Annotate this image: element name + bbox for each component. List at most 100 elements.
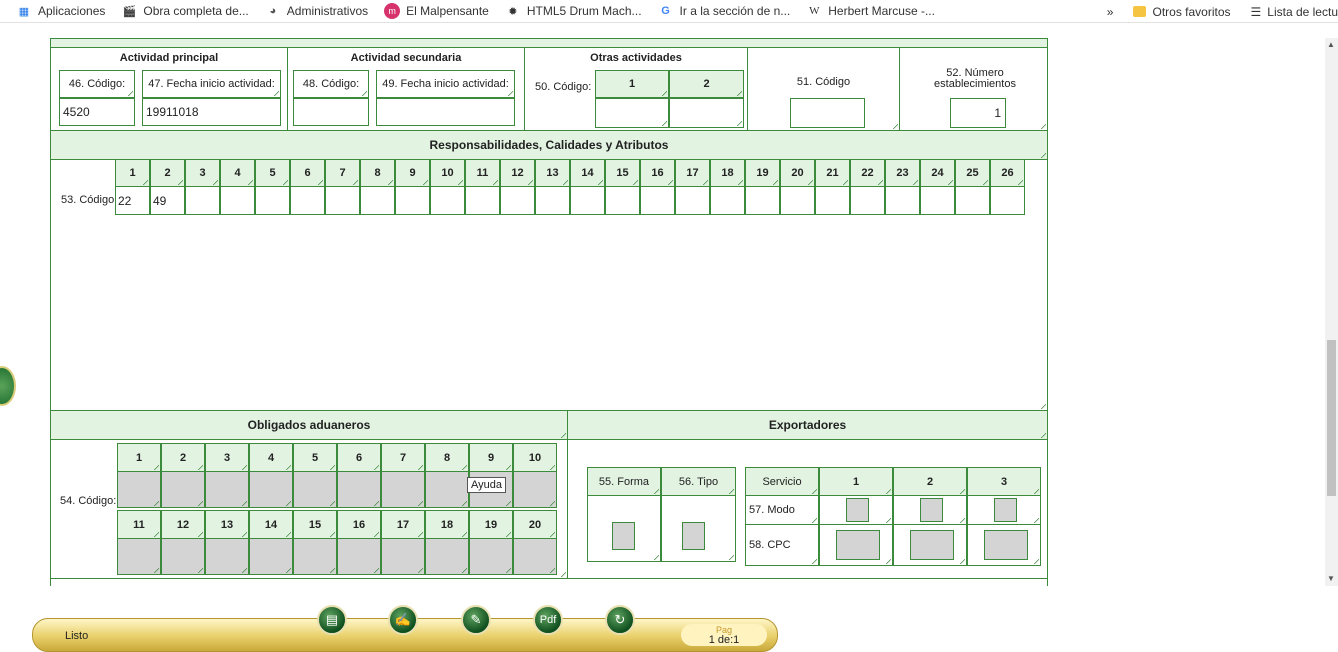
obligados-header: Obligados aduaneros xyxy=(51,410,568,440)
cpc58-input[interactable] xyxy=(984,530,1028,560)
codigo51-input[interactable] xyxy=(790,98,865,128)
wikipedia-icon: W xyxy=(809,5,820,17)
tipo56-input[interactable] xyxy=(682,522,705,550)
codigo48-input[interactable] xyxy=(293,98,369,126)
bookmark-google[interactable]: G Ir a la sección de n... xyxy=(658,3,791,19)
cpc58-input[interactable] xyxy=(836,530,880,560)
obligados-col-header: 19 xyxy=(469,510,513,539)
obligados-code-input[interactable] xyxy=(337,471,381,508)
page-value: 1 de:1 xyxy=(708,634,740,646)
obligados-col-header: 14 xyxy=(249,510,293,539)
obligados-col-header: 10 xyxy=(513,443,557,472)
fecha47-label: 47. Fecha inicio actividad: xyxy=(142,70,281,98)
obligados-code-input[interactable] xyxy=(249,471,293,508)
obligados-col-header: 15 xyxy=(293,510,337,539)
obligados-code-input[interactable] xyxy=(205,471,249,508)
modo57-input[interactable] xyxy=(846,498,869,522)
obligados-col-header: 11 xyxy=(117,510,161,539)
obligados-code-input[interactable] xyxy=(161,538,205,575)
modo57-input[interactable] xyxy=(920,498,943,522)
obligados-code-input[interactable] xyxy=(117,471,161,508)
modo57-input[interactable] xyxy=(994,498,1017,522)
cpc58-cell xyxy=(819,524,893,566)
otras-col-1: 1 xyxy=(595,70,669,98)
folder-icon xyxy=(1133,6,1147,17)
drum-icon: ✹ xyxy=(508,5,518,18)
obligados-col-header: 3 xyxy=(205,443,249,472)
obligados-code-input[interactable] xyxy=(425,471,469,508)
codigo46-label-text: 46. Código: xyxy=(68,78,126,90)
modo57-cell xyxy=(893,495,967,525)
pen-icon[interactable]: ✎ xyxy=(461,605,491,635)
forma55-input[interactable] xyxy=(612,522,635,550)
bookmark-marcuse[interactable]: W Herbert Marcuse -... xyxy=(806,3,935,19)
bookmark-label: Ir a la sección de n... xyxy=(679,4,791,18)
servicio-grid: Servicio 1 2 3 57. Modo 58. CPC xyxy=(745,467,1041,567)
sign-icon[interactable]: ✍ xyxy=(388,605,418,635)
servicio-col-header: 1 xyxy=(819,467,893,496)
fecha49-label-text: 49. Fecha inicio actividad: xyxy=(382,78,509,90)
bookmark-drum[interactable]: ✹ HTML5 Drum Mach... xyxy=(505,3,642,19)
otras-input-1[interactable] xyxy=(595,98,669,128)
bookmark-administrativos[interactable]: ◕ Administrativos xyxy=(265,3,368,19)
page-scrollbar[interactable]: ▲ ▼ xyxy=(1325,38,1338,586)
footer-toolbar: Listo ▤ ✍ ✎ Pdf ↻ Pag 1 de:1 xyxy=(32,605,778,652)
obligados-col-header: 9 xyxy=(469,443,513,472)
obligados-code-input[interactable] xyxy=(161,471,205,508)
num-establecimientos-label: 52. Número establecimientos xyxy=(934,67,1016,90)
responsabilidades-header: Responsabilidades, Calidades y Atributos xyxy=(51,130,1047,160)
obligados-code-input[interactable] xyxy=(381,538,425,575)
obligados-code-input[interactable] xyxy=(425,538,469,575)
otras-input-2[interactable] xyxy=(669,98,744,128)
fecha49-label: 49. Fecha inicio actividad: xyxy=(376,70,515,98)
more-bookmarks-button[interactable]: » xyxy=(1107,5,1114,19)
obligados-code-input[interactable] xyxy=(117,538,161,575)
codigo46-input[interactable]: 4520 xyxy=(59,98,135,126)
obligados-code-input[interactable] xyxy=(293,538,337,575)
codigo46-label: 46. Código: xyxy=(59,70,135,98)
responsabilidades-body xyxy=(51,159,1047,411)
scroll-thumb[interactable] xyxy=(1327,340,1336,496)
fecha47-input[interactable]: 19911018 xyxy=(142,98,281,126)
obligados-code-input[interactable] xyxy=(337,538,381,575)
bookmark-malpensante[interactable]: m El Malpensante xyxy=(384,3,489,19)
bookmark-label: El Malpensante xyxy=(406,4,489,18)
num-establecimientos-input[interactable]: 1 xyxy=(950,98,1006,128)
actividad-secundaria-title: Actividad secundaria xyxy=(350,52,462,64)
codigo48-label-text: 48. Código: xyxy=(302,78,360,90)
obligados-code-input[interactable] xyxy=(381,471,425,508)
form-icon[interactable]: ▤ xyxy=(317,605,347,635)
cpc58-input[interactable] xyxy=(910,530,954,560)
reading-list-button[interactable]: Lista de lectu xyxy=(1267,5,1338,19)
obligados-code-input[interactable] xyxy=(249,538,293,575)
previous-page-arrow-icon[interactable] xyxy=(0,366,16,406)
film-icon: 🎬 xyxy=(122,5,137,18)
otras-actividades-section: Otras actividades 50. Código: 1 2 xyxy=(524,47,748,131)
exportadores-header: Exportadores xyxy=(567,410,1047,440)
obligados-code-input[interactable] xyxy=(293,471,337,508)
scroll-down-icon[interactable]: ▼ xyxy=(1327,574,1335,583)
obligados-code-input[interactable] xyxy=(513,538,557,575)
bookmarks-right: » Otros favoritos ☰ Lista de lectu xyxy=(1096,0,1338,22)
codigo48-label: 48. Código: xyxy=(293,70,369,98)
obligados-code-input[interactable] xyxy=(469,538,513,575)
obligados-col-header: 16 xyxy=(337,510,381,539)
otros-favoritos-button[interactable]: Otros favoritos xyxy=(1152,5,1230,19)
otras-actividades-title: Otras actividades xyxy=(590,52,682,64)
obligados-code-input[interactable] xyxy=(513,471,557,508)
refresh-icon[interactable]: ↻ xyxy=(605,605,635,635)
ayuda-tooltip: Ayuda xyxy=(467,477,506,493)
reading-list-icon: ☰ xyxy=(1250,4,1262,19)
codigo51-label: 51. Código xyxy=(796,76,851,88)
bookmark-aplicaciones[interactable]: ▦ Aplicaciones xyxy=(16,3,106,19)
obligados-col-header: 18 xyxy=(425,510,469,539)
obligados-col-header: 1 xyxy=(117,443,161,472)
bookmark-label: HTML5 Drum Mach... xyxy=(526,4,642,18)
obligados-code-input[interactable] xyxy=(205,538,249,575)
scroll-up-icon[interactable]: ▲ xyxy=(1327,40,1335,49)
fecha49-input[interactable] xyxy=(376,98,515,126)
status-text: Listo xyxy=(65,630,89,642)
forma55-label: 55. Forma xyxy=(587,467,661,496)
bookmark-obra[interactable]: 🎬 Obra completa de... xyxy=(121,3,249,19)
pdf-icon[interactable]: Pdf xyxy=(533,605,563,635)
